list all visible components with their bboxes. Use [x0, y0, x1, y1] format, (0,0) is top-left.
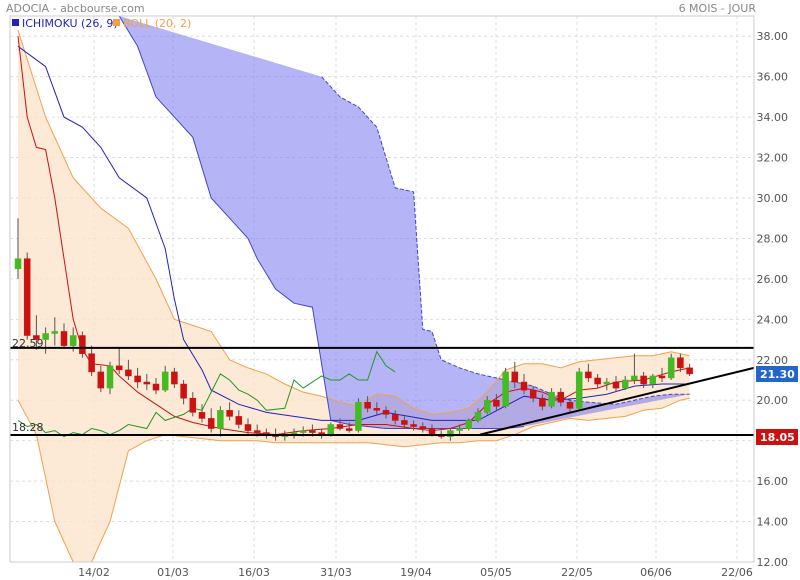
candle-body: [686, 367, 693, 375]
x-tick-label: 31/03: [320, 566, 352, 579]
y-tick-label: 26.00: [757, 273, 789, 286]
candle-body: [511, 371, 519, 383]
chart-title: ADOCIA - abcbourse.com: [6, 2, 145, 15]
candle-body: [493, 399, 500, 407]
y-tick-label: 20.00: [757, 394, 789, 407]
legend-ichimoku: ICHIMOKU (26, 9): [22, 17, 118, 30]
y-tick-label: 38.00: [757, 30, 789, 43]
y-tick-label: 32.00: [757, 152, 789, 165]
candle-body: [345, 428, 353, 431]
candle-body: [382, 410, 390, 415]
candle-body: [97, 371, 105, 389]
candle-body: [677, 357, 684, 369]
candle-body: [456, 428, 463, 431]
candle-body: [355, 401, 362, 431]
candle-body: [51, 331, 59, 334]
chart-period: 6 MOIS - JOUR: [679, 2, 757, 15]
candle-body: [667, 357, 675, 379]
candle-body: [244, 424, 252, 431]
candle-body: [23, 258, 31, 336]
candle-body: [428, 428, 436, 435]
candle-body: [217, 410, 224, 429]
stock-chart: 12.0014.0016.0018.0020.0022.0024.0026.00…: [0, 0, 800, 580]
legend-boll-swatch: [113, 19, 120, 26]
candle-body: [152, 383, 160, 391]
candle-body: [612, 381, 620, 389]
candle-body: [143, 381, 151, 385]
support-price-value: 18.05: [760, 431, 795, 444]
candle-body: [336, 424, 344, 429]
candle-body: [364, 401, 371, 409]
legend-boll: BOLL (20, 2): [123, 17, 191, 30]
candle-body: [585, 371, 592, 379]
candle-body: [640, 375, 647, 385]
candle-body: [115, 365, 123, 371]
y-tick-label: 14.00: [757, 516, 789, 529]
candle-body: [180, 383, 187, 399]
candle-body: [253, 430, 261, 433]
resistance-label: 22.59: [12, 337, 44, 350]
candle-body: [373, 408, 381, 411]
candle-body: [106, 365, 114, 389]
candle-body: [621, 379, 629, 389]
support-label: 18.28: [12, 421, 44, 434]
candle-body: [60, 331, 68, 346]
x-tick-label: 19/04: [400, 566, 432, 579]
x-tick-label: 01/03: [157, 566, 189, 579]
candle-body: [502, 371, 509, 407]
candle-body: [474, 412, 482, 421]
candle-body: [327, 424, 335, 435]
x-tick-label: 22/05: [561, 566, 593, 579]
candle-body: [575, 371, 583, 409]
candle-body: [69, 335, 77, 346]
y-tick-label: 12.00: [757, 556, 789, 569]
candle-body: [548, 391, 555, 407]
candle-body: [42, 333, 49, 340]
candle-body: [226, 410, 233, 417]
candle-body: [419, 426, 427, 429]
candle-body: [391, 414, 399, 421]
candle-body: [603, 381, 611, 385]
candle-body: [125, 369, 132, 377]
candle-body: [594, 377, 601, 385]
candle-body: [410, 424, 417, 427]
candle-body: [161, 371, 169, 391]
candle-body: [483, 399, 491, 413]
candle-body: [189, 397, 197, 413]
candle-body: [658, 375, 666, 379]
x-tick-label: 16/03: [238, 566, 270, 579]
candle-body: [631, 375, 638, 381]
y-tick-label: 34.00: [757, 111, 789, 124]
x-tick-label: 22/06: [721, 566, 753, 579]
candle-body: [88, 353, 95, 373]
y-tick-label: 36.00: [757, 71, 789, 84]
candle-body: [14, 258, 22, 270]
candle-body: [401, 420, 408, 425]
x-tick-label: 05/05: [480, 566, 512, 579]
candle-body: [566, 401, 574, 409]
candle-body: [79, 335, 86, 354]
y-tick-label: 28.00: [757, 232, 789, 245]
y-tick-label: 30.00: [757, 192, 789, 205]
x-tick-label: 06/06: [640, 566, 672, 579]
y-tick-label: 24.00: [757, 313, 789, 326]
candle-body: [235, 416, 243, 425]
x-tick-label: 14/02: [78, 566, 110, 579]
candle-body: [557, 391, 565, 403]
candle-body: [649, 375, 657, 385]
candle-body: [171, 371, 178, 385]
last-price-value: 21.30: [760, 368, 795, 381]
candle-body: [465, 420, 473, 429]
candle-body: [529, 389, 537, 399]
candle-body: [309, 430, 316, 433]
legend-ichimoku-swatch: [12, 19, 19, 26]
candle-body: [539, 397, 546, 407]
candle-body: [207, 418, 215, 429]
y-tick-label: 22.00: [757, 354, 789, 367]
candle-body: [198, 412, 206, 419]
y-tick-label: 16.00: [757, 475, 789, 488]
candle-body: [134, 375, 141, 383]
candle-body: [520, 381, 528, 391]
candle-body: [299, 430, 307, 433]
